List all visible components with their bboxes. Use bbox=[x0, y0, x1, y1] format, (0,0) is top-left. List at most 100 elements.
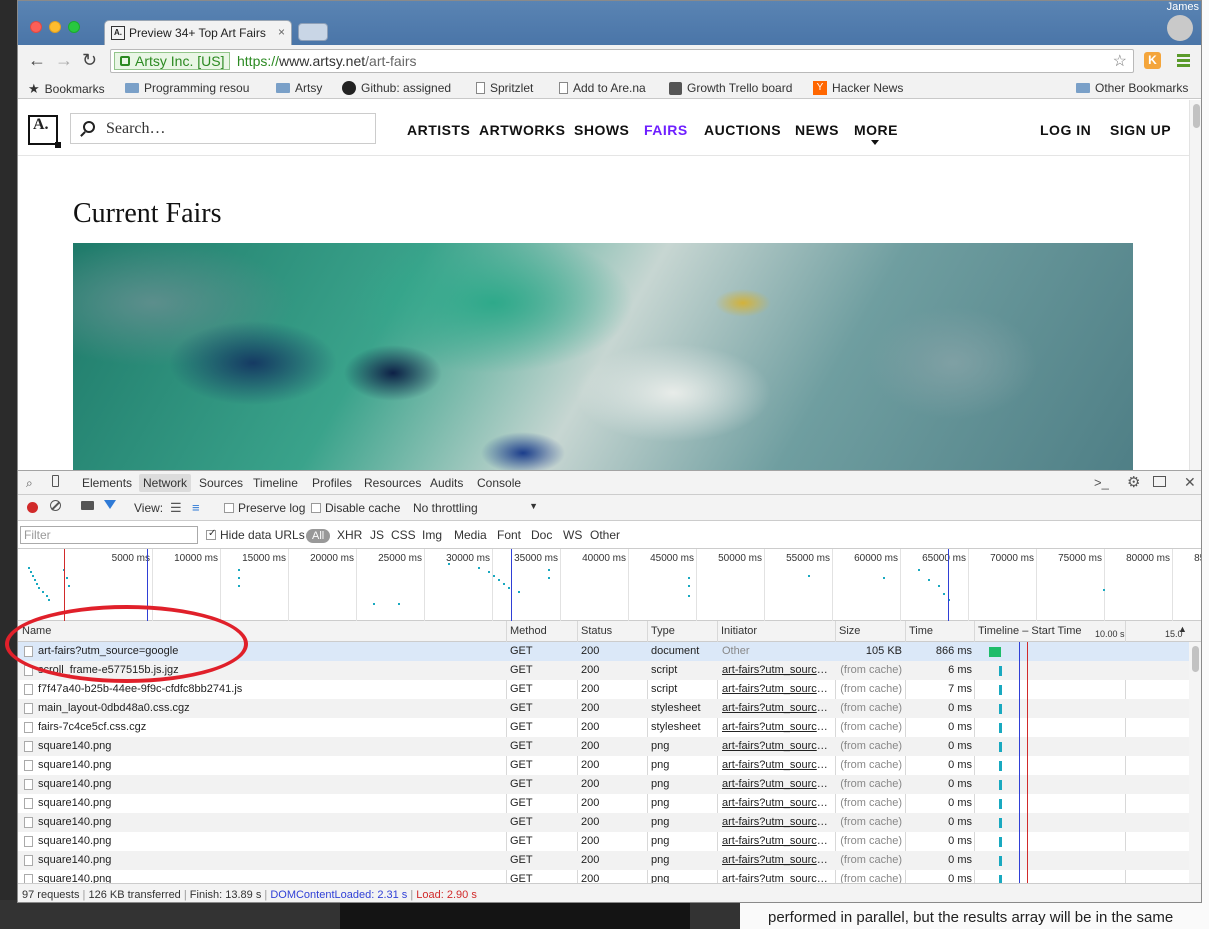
col-timeline[interactable]: Timeline – Start Time bbox=[978, 625, 1082, 637]
overview-waterfall-icon[interactable]: ≡ bbox=[192, 500, 200, 515]
table-row[interactable]: square140.png GET 200 png art-fairs?utm_sour… bbox=[18, 832, 1189, 851]
col-type[interactable]: Type bbox=[651, 625, 675, 637]
col-size[interactable]: Size bbox=[839, 625, 860, 637]
artsy-logo[interactable]: A. bbox=[28, 115, 61, 148]
filter-other[interactable]: Other bbox=[590, 528, 620, 542]
cell-initiator[interactable]: art-fairs?utm_source... bbox=[722, 870, 832, 883]
nav-more[interactable]: MORE bbox=[854, 122, 898, 138]
cell-initiator[interactable]: art-fairs?utm_source... bbox=[722, 851, 832, 870]
cell-initiator[interactable]: art-fairs?utm_source... bbox=[722, 661, 832, 680]
tab-console[interactable]: Console bbox=[477, 476, 521, 490]
tab-profiles[interactable]: Profiles bbox=[312, 476, 352, 490]
settings-gear-icon[interactable]: ⚙ bbox=[1127, 473, 1140, 491]
device-mode-icon[interactable] bbox=[52, 475, 59, 487]
tab-resources[interactable]: Resources bbox=[364, 476, 421, 490]
table-row[interactable]: main_layout-0dbd48a0.css.cgz GET 200 styles… bbox=[18, 699, 1189, 718]
cell-initiator[interactable]: art-fairs?utm_source... bbox=[722, 794, 832, 813]
dock-side-icon[interactable] bbox=[1153, 476, 1166, 487]
filter-media[interactable]: Media bbox=[454, 528, 487, 542]
scrollbar-thumb[interactable] bbox=[1192, 646, 1199, 672]
cell-initiator[interactable]: art-fairs?utm_source... bbox=[722, 699, 832, 718]
minimize-window-button[interactable] bbox=[49, 21, 61, 33]
large-rows-icon[interactable]: ☰ bbox=[170, 500, 182, 516]
filter-ws[interactable]: WS bbox=[563, 528, 582, 542]
bookmark-item[interactable]: Growth Trello board bbox=[669, 81, 792, 95]
close-window-button[interactable] bbox=[30, 21, 42, 33]
table-row[interactable]: square140.png GET 200 png art-fairs?utm_sour… bbox=[18, 813, 1189, 832]
filter-input[interactable]: Filter bbox=[20, 526, 198, 544]
bookmark-item[interactable]: Spritzlet bbox=[476, 81, 533, 95]
nav-artists[interactable]: ARTISTS bbox=[407, 122, 470, 138]
col-status[interactable]: Status bbox=[581, 625, 612, 637]
bookmark-item[interactable]: Y Hacker News bbox=[813, 81, 903, 95]
bookmark-item[interactable]: ★ Bookmarks bbox=[28, 81, 105, 97]
tab-close-icon[interactable]: × bbox=[278, 25, 285, 39]
cell-initiator[interactable]: art-fairs?utm_source... bbox=[722, 813, 832, 832]
cell-initiator[interactable]: art-fairs?utm_source... bbox=[722, 737, 832, 756]
other-bookmarks[interactable]: Other Bookmarks bbox=[1076, 81, 1188, 95]
filter-funnel-icon[interactable] bbox=[104, 500, 116, 509]
address-bar[interactable]: Artsy Inc. [US] https://www.artsy.net/ar… bbox=[110, 49, 1134, 73]
clear-icon[interactable] bbox=[50, 500, 61, 511]
filter-all[interactable]: All bbox=[306, 528, 331, 543]
disable-cache-checkbox[interactable]: Disable cache bbox=[311, 501, 400, 515]
col-method[interactable]: Method bbox=[510, 625, 547, 637]
zoom-window-button[interactable] bbox=[68, 21, 80, 33]
cell-initiator[interactable]: art-fairs?utm_source... bbox=[722, 756, 832, 775]
throttling-select[interactable]: No throttling ▼ bbox=[413, 501, 538, 515]
capture-screenshots-icon[interactable] bbox=[81, 501, 94, 510]
tab-timeline[interactable]: Timeline bbox=[253, 476, 298, 490]
requests-scrollbar[interactable] bbox=[1189, 642, 1201, 883]
page-scrollbar[interactable] bbox=[1189, 100, 1201, 470]
tab-network[interactable]: Network bbox=[139, 474, 192, 492]
profile-avatar-icon[interactable] bbox=[1167, 15, 1193, 41]
nav-shows[interactable]: SHOWS bbox=[574, 122, 629, 138]
filter-js[interactable]: JS bbox=[370, 528, 384, 542]
network-overview-timeline[interactable]: 5000 ms 10000 ms 15000 ms 20000 ms 25000 ms 3… bbox=[18, 549, 1201, 621]
bookmark-item[interactable]: Artsy bbox=[276, 81, 322, 95]
scrollbar-thumb[interactable] bbox=[1193, 104, 1200, 128]
nav-auctions[interactable]: AUCTIONS bbox=[704, 122, 781, 138]
signup-link[interactable]: SIGN UP bbox=[1110, 122, 1171, 138]
new-tab-button[interactable] bbox=[298, 23, 328, 41]
table-row[interactable]: square140.png GET 200 png art-fairs?utm_sour… bbox=[18, 756, 1189, 775]
close-devtools-icon[interactable]: ✕ bbox=[1184, 474, 1196, 491]
console-drawer-icon[interactable]: >_ bbox=[1094, 475, 1109, 490]
nav-artworks[interactable]: ARTWORKS bbox=[479, 122, 565, 138]
cell-initiator[interactable]: art-fairs?utm_source... bbox=[722, 775, 832, 794]
nav-fairs[interactable]: FAIRS bbox=[644, 122, 688, 138]
table-row[interactable]: square140.png GET 200 png art-fairs?utm_sour… bbox=[18, 851, 1189, 870]
table-row[interactable]: f7f47a40-b25b-44ee-9f9c-cfdfc8bb2741.js G… bbox=[18, 680, 1189, 699]
fair-hero-image[interactable] bbox=[73, 243, 1133, 470]
ev-certificate-badge[interactable]: Artsy Inc. [US] bbox=[114, 52, 231, 70]
bookmark-item[interactable]: Github: assigned bbox=[342, 81, 451, 95]
login-link[interactable]: LOG IN bbox=[1040, 122, 1091, 138]
sort-up-icon[interactable]: ▲ bbox=[1178, 624, 1187, 634]
filter-xhr[interactable]: XHR bbox=[337, 528, 362, 542]
nav-news[interactable]: NEWS bbox=[795, 122, 839, 138]
bookmark-item[interactable]: Programming resou bbox=[125, 81, 249, 95]
reload-icon[interactable]: ↻ bbox=[82, 51, 97, 69]
menu-icon[interactable] bbox=[1177, 54, 1190, 67]
filter-font[interactable]: Font bbox=[497, 528, 521, 542]
forward-arrow-icon[interactable]: → bbox=[55, 51, 73, 69]
browser-tab-active[interactable]: A. Preview 34+ Top Art Fairs & × bbox=[104, 20, 292, 45]
table-row[interactable]: square140.png GET 200 png art-fairs?utm_sour… bbox=[18, 737, 1189, 756]
hide-data-urls-checkbox[interactable]: ✓ Hide data URLs bbox=[206, 528, 305, 542]
tab-sources[interactable]: Sources bbox=[199, 476, 243, 490]
extension-k-icon[interactable]: K bbox=[1144, 52, 1161, 69]
back-arrow-icon[interactable]: ← bbox=[28, 51, 46, 69]
cell-initiator[interactable]: art-fairs?utm_source... bbox=[722, 718, 832, 737]
col-initiator[interactable]: Initiator bbox=[721, 625, 757, 637]
tab-audits[interactable]: Audits bbox=[430, 476, 463, 490]
table-row[interactable]: square140.png GET 200 png art-fairs?utm_sour… bbox=[18, 775, 1189, 794]
table-row[interactable]: square140.png GET 200 png art-fairs?utm_sour… bbox=[18, 794, 1189, 813]
site-search-input[interactable]: Search… bbox=[70, 113, 376, 144]
filter-img[interactable]: Img bbox=[422, 528, 442, 542]
bookmark-item[interactable]: Add to Are.na bbox=[559, 81, 646, 95]
filter-css[interactable]: CSS bbox=[391, 528, 416, 542]
cell-initiator[interactable]: art-fairs?utm_source... bbox=[722, 832, 832, 851]
cell-initiator[interactable]: art-fairs?utm_source... bbox=[722, 680, 832, 699]
inspect-search-icon[interactable]: ⌕ bbox=[26, 476, 33, 491]
profile-name[interactable]: James bbox=[1167, 1, 1199, 13]
